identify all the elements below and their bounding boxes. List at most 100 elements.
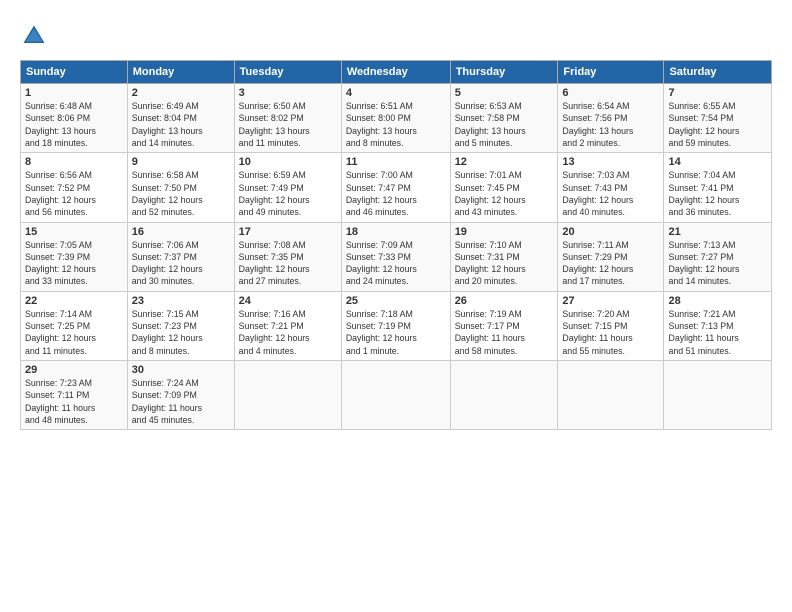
day-detail: Sunrise: 6:56 AMSunset: 7:52 PMDaylight:… [25, 169, 123, 218]
calendar-table: SundayMondayTuesdayWednesdayThursdayFrid… [20, 60, 772, 430]
calendar-week-2: 8Sunrise: 6:56 AMSunset: 7:52 PMDaylight… [21, 153, 772, 222]
logo [20, 22, 52, 50]
calendar-cell: 9Sunrise: 6:58 AMSunset: 7:50 PMDaylight… [127, 153, 234, 222]
day-detail: Sunrise: 7:16 AMSunset: 7:21 PMDaylight:… [239, 308, 337, 357]
calendar-cell [558, 361, 664, 430]
day-detail: Sunrise: 6:58 AMSunset: 7:50 PMDaylight:… [132, 169, 230, 218]
day-number: 20 [562, 226, 659, 238]
day-detail: Sunrise: 6:50 AMSunset: 8:02 PMDaylight:… [239, 100, 337, 149]
day-detail: Sunrise: 6:59 AMSunset: 7:49 PMDaylight:… [239, 169, 337, 218]
calendar-cell: 20Sunrise: 7:11 AMSunset: 7:29 PMDayligh… [558, 222, 664, 291]
day-detail: Sunrise: 7:18 AMSunset: 7:19 PMDaylight:… [346, 308, 446, 357]
calendar-cell: 12Sunrise: 7:01 AMSunset: 7:45 PMDayligh… [450, 153, 558, 222]
calendar-cell: 14Sunrise: 7:04 AMSunset: 7:41 PMDayligh… [664, 153, 772, 222]
day-number: 15 [25, 226, 123, 238]
day-number: 17 [239, 226, 337, 238]
day-detail: Sunrise: 7:10 AMSunset: 7:31 PMDaylight:… [455, 239, 554, 288]
day-detail: Sunrise: 7:04 AMSunset: 7:41 PMDaylight:… [668, 169, 767, 218]
day-number: 24 [239, 295, 337, 307]
calendar-cell [450, 361, 558, 430]
calendar-cell: 7Sunrise: 6:55 AMSunset: 7:54 PMDaylight… [664, 84, 772, 153]
day-number: 7 [668, 87, 767, 99]
calendar-cell: 3Sunrise: 6:50 AMSunset: 8:02 PMDaylight… [234, 84, 341, 153]
day-number: 30 [132, 364, 230, 376]
day-number: 19 [455, 226, 554, 238]
calendar-cell: 17Sunrise: 7:08 AMSunset: 7:35 PMDayligh… [234, 222, 341, 291]
day-number: 27 [562, 295, 659, 307]
day-number: 26 [455, 295, 554, 307]
day-detail: Sunrise: 7:08 AMSunset: 7:35 PMDaylight:… [239, 239, 337, 288]
day-detail: Sunrise: 6:55 AMSunset: 7:54 PMDaylight:… [668, 100, 767, 149]
calendar-cell: 30Sunrise: 7:24 AMSunset: 7:09 PMDayligh… [127, 361, 234, 430]
day-number: 6 [562, 87, 659, 99]
day-number: 29 [25, 364, 123, 376]
day-detail: Sunrise: 7:09 AMSunset: 7:33 PMDaylight:… [346, 239, 446, 288]
calendar-cell: 8Sunrise: 6:56 AMSunset: 7:52 PMDaylight… [21, 153, 128, 222]
day-detail: Sunrise: 7:15 AMSunset: 7:23 PMDaylight:… [132, 308, 230, 357]
calendar-cell: 4Sunrise: 6:51 AMSunset: 8:00 PMDaylight… [341, 84, 450, 153]
day-number: 2 [132, 87, 230, 99]
calendar-cell [664, 361, 772, 430]
calendar-cell: 5Sunrise: 6:53 AMSunset: 7:58 PMDaylight… [450, 84, 558, 153]
day-detail: Sunrise: 7:00 AMSunset: 7:47 PMDaylight:… [346, 169, 446, 218]
day-detail: Sunrise: 7:24 AMSunset: 7:09 PMDaylight:… [132, 377, 230, 426]
day-detail: Sunrise: 6:51 AMSunset: 8:00 PMDaylight:… [346, 100, 446, 149]
day-detail: Sunrise: 6:53 AMSunset: 7:58 PMDaylight:… [455, 100, 554, 149]
day-detail: Sunrise: 6:49 AMSunset: 8:04 PMDaylight:… [132, 100, 230, 149]
day-detail: Sunrise: 7:05 AMSunset: 7:39 PMDaylight:… [25, 239, 123, 288]
calendar-cell: 1Sunrise: 6:48 AMSunset: 8:06 PMDaylight… [21, 84, 128, 153]
day-detail: Sunrise: 7:23 AMSunset: 7:11 PMDaylight:… [25, 377, 123, 426]
calendar-header-row: SundayMondayTuesdayWednesdayThursdayFrid… [21, 61, 772, 84]
col-header-tuesday: Tuesday [234, 61, 341, 84]
calendar-cell: 21Sunrise: 7:13 AMSunset: 7:27 PMDayligh… [664, 222, 772, 291]
logo-icon [20, 22, 48, 50]
day-number: 8 [25, 156, 123, 168]
calendar-cell [234, 361, 341, 430]
day-number: 16 [132, 226, 230, 238]
calendar-week-1: 1Sunrise: 6:48 AMSunset: 8:06 PMDaylight… [21, 84, 772, 153]
calendar-cell: 11Sunrise: 7:00 AMSunset: 7:47 PMDayligh… [341, 153, 450, 222]
calendar-cell: 16Sunrise: 7:06 AMSunset: 7:37 PMDayligh… [127, 222, 234, 291]
col-header-sunday: Sunday [21, 61, 128, 84]
col-header-monday: Monday [127, 61, 234, 84]
calendar-cell: 18Sunrise: 7:09 AMSunset: 7:33 PMDayligh… [341, 222, 450, 291]
calendar-cell: 6Sunrise: 6:54 AMSunset: 7:56 PMDaylight… [558, 84, 664, 153]
day-detail: Sunrise: 7:06 AMSunset: 7:37 PMDaylight:… [132, 239, 230, 288]
page-header [20, 18, 772, 50]
calendar-cell: 10Sunrise: 6:59 AMSunset: 7:49 PMDayligh… [234, 153, 341, 222]
day-detail: Sunrise: 7:13 AMSunset: 7:27 PMDaylight:… [668, 239, 767, 288]
day-number: 3 [239, 87, 337, 99]
calendar-cell: 23Sunrise: 7:15 AMSunset: 7:23 PMDayligh… [127, 291, 234, 360]
calendar-cell: 25Sunrise: 7:18 AMSunset: 7:19 PMDayligh… [341, 291, 450, 360]
day-detail: Sunrise: 7:20 AMSunset: 7:15 PMDaylight:… [562, 308, 659, 357]
calendar-week-4: 22Sunrise: 7:14 AMSunset: 7:25 PMDayligh… [21, 291, 772, 360]
day-detail: Sunrise: 7:03 AMSunset: 7:43 PMDaylight:… [562, 169, 659, 218]
day-number: 18 [346, 226, 446, 238]
day-number: 4 [346, 87, 446, 99]
calendar-cell: 19Sunrise: 7:10 AMSunset: 7:31 PMDayligh… [450, 222, 558, 291]
calendar-cell: 29Sunrise: 7:23 AMSunset: 7:11 PMDayligh… [21, 361, 128, 430]
calendar-cell: 24Sunrise: 7:16 AMSunset: 7:21 PMDayligh… [234, 291, 341, 360]
col-header-thursday: Thursday [450, 61, 558, 84]
calendar-week-3: 15Sunrise: 7:05 AMSunset: 7:39 PMDayligh… [21, 222, 772, 291]
day-number: 11 [346, 156, 446, 168]
calendar-cell: 2Sunrise: 6:49 AMSunset: 8:04 PMDaylight… [127, 84, 234, 153]
calendar-cell: 26Sunrise: 7:19 AMSunset: 7:17 PMDayligh… [450, 291, 558, 360]
calendar-cell: 13Sunrise: 7:03 AMSunset: 7:43 PMDayligh… [558, 153, 664, 222]
calendar-cell: 22Sunrise: 7:14 AMSunset: 7:25 PMDayligh… [21, 291, 128, 360]
calendar-cell [341, 361, 450, 430]
col-header-wednesday: Wednesday [341, 61, 450, 84]
day-number: 14 [668, 156, 767, 168]
col-header-friday: Friday [558, 61, 664, 84]
day-detail: Sunrise: 7:14 AMSunset: 7:25 PMDaylight:… [25, 308, 123, 357]
day-number: 5 [455, 87, 554, 99]
day-number: 22 [25, 295, 123, 307]
day-detail: Sunrise: 6:54 AMSunset: 7:56 PMDaylight:… [562, 100, 659, 149]
day-number: 25 [346, 295, 446, 307]
day-detail: Sunrise: 6:48 AMSunset: 8:06 PMDaylight:… [25, 100, 123, 149]
day-number: 9 [132, 156, 230, 168]
day-number: 13 [562, 156, 659, 168]
day-number: 23 [132, 295, 230, 307]
day-detail: Sunrise: 7:21 AMSunset: 7:13 PMDaylight:… [668, 308, 767, 357]
day-number: 21 [668, 226, 767, 238]
